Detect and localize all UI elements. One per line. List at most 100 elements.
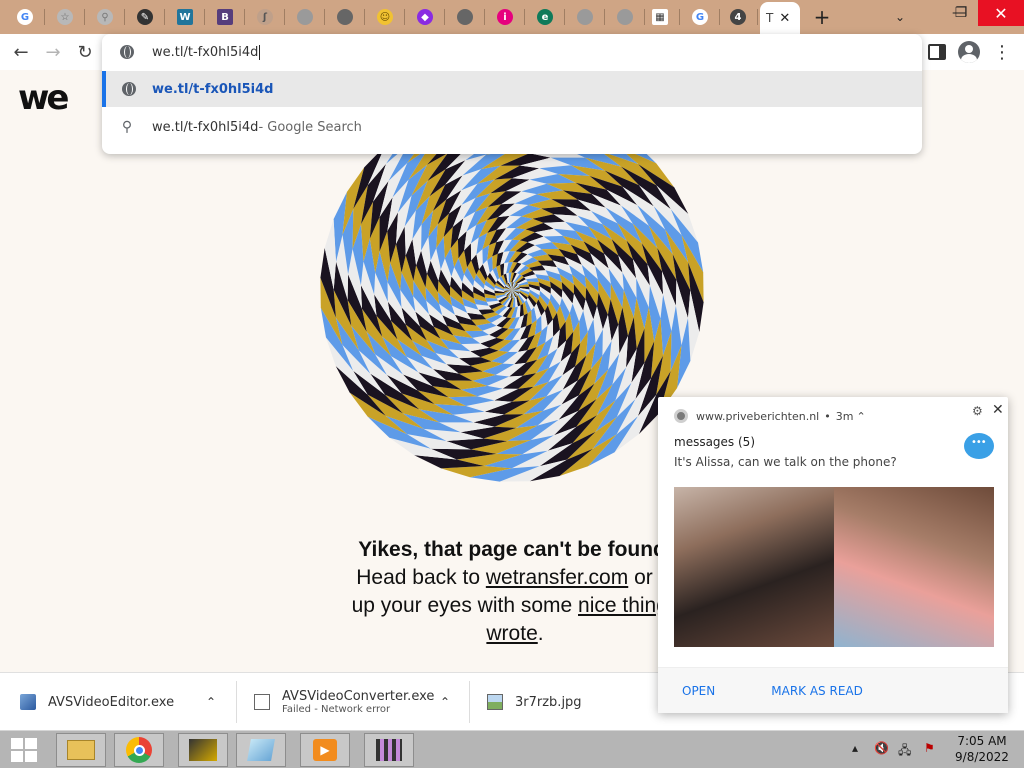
browser-tab[interactable]: ▦	[640, 0, 680, 34]
globe-icon	[337, 9, 353, 25]
badge-4-icon: 4	[730, 9, 746, 25]
wetransfer-link[interactable]: wetransfer.com	[486, 566, 628, 589]
browser-tab[interactable]: B	[205, 0, 245, 34]
address-bar[interactable]: we.tl/t-fx0hl5i4d	[102, 34, 922, 70]
info-icon: i	[497, 9, 513, 25]
browser-tab[interactable]: W	[165, 0, 205, 34]
taskbar: ▶ ▴ 🔇 🖧 ⚑ 7:05 AM 9/8/2022	[0, 730, 1024, 768]
browser-tab[interactable]	[285, 0, 325, 34]
omnibox-dropdown: we.tl/t-fx0hl5i4d we.tl/t-fx0hl5i4d ⚲ we…	[102, 34, 922, 154]
file-explorer-icon[interactable]	[56, 733, 106, 767]
chevron-up-icon[interactable]: ⌃	[856, 410, 865, 423]
chevron-up-icon[interactable]: ⌃	[206, 695, 216, 709]
browser-tab[interactable]	[325, 0, 365, 34]
back-button[interactable]: ←	[6, 37, 36, 67]
divider	[469, 681, 470, 723]
download-item[interactable]: AVSVideoEditor.exe ⌃	[20, 673, 235, 731]
exe-file-icon	[254, 694, 270, 710]
open-button[interactable]: OPEN	[682, 684, 715, 698]
chevron-down-icon[interactable]: ⌄	[888, 6, 912, 28]
browser-tab[interactable]: i	[485, 0, 525, 34]
browser-tab[interactable]: G	[5, 0, 45, 34]
notification-body: It's Alissa, can we talk on the phone?	[674, 455, 897, 469]
omnibox-suggestion[interactable]: ⚲ we.tl/t-fx0hl5i4d - Google Search	[102, 108, 922, 146]
browser-tab[interactable]: ◆	[405, 0, 445, 34]
close-icon[interactable]: ✕	[992, 402, 1004, 418]
bootstrap-icon: B	[217, 9, 233, 25]
omnibox-suggestion[interactable]: we.tl/t-fx0hl5i4d	[102, 71, 922, 107]
browser-tab[interactable]	[605, 0, 645, 34]
clock-date: 9/8/2022	[955, 750, 1009, 764]
browser-tab[interactable]	[565, 0, 605, 34]
browser-tab[interactable]: ☺	[365, 0, 405, 34]
volume-muted-icon[interactable]: 🔇	[874, 741, 889, 755]
download-filename: AVSVideoConverter.exe	[282, 689, 435, 704]
divider	[236, 681, 237, 723]
window-close-button[interactable]: ✕	[978, 0, 1024, 26]
menu-icon[interactable]: ⋮	[992, 42, 1012, 63]
hook-icon: ʃ	[257, 9, 273, 25]
chrome-icon	[674, 409, 688, 423]
video-editor-icon[interactable]	[364, 733, 414, 767]
message-text: up your eyes with some	[351, 594, 579, 617]
emoji-icon: ☺	[377, 9, 393, 25]
forward-button[interactable]: →	[38, 37, 68, 67]
media-player-icon[interactable]: ▶	[300, 733, 350, 767]
grey-site-icon	[577, 9, 593, 25]
action-center-icon[interactable]: ⚑	[924, 741, 935, 755]
wordpress-icon: W	[177, 9, 193, 25]
photo-left	[674, 487, 834, 647]
close-tab-icon[interactable]: ✕	[779, 11, 790, 26]
browser-tab[interactable]: e	[525, 0, 565, 34]
text-caret	[259, 44, 261, 60]
browser-tab[interactable]: ✎	[125, 0, 165, 34]
chat-bubble-icon	[964, 433, 994, 459]
feather-icon: ✎	[137, 9, 153, 25]
restore-button[interactable]: ❐	[942, 0, 980, 26]
table-icon: ▦	[652, 9, 668, 25]
suggestion-url: we.tl/t-fx0hl5i4d	[152, 81, 274, 97]
download-filename: 3r7rzb.jpg	[515, 694, 582, 710]
clock-time: 7:05 AM	[957, 734, 1007, 748]
spiral-illustration	[320, 98, 704, 482]
teal-circle-icon: e	[537, 9, 553, 25]
push-notification[interactable]: www.priveberichten.nl • 3m ⌃ ⚙ ✕ message…	[658, 397, 1008, 713]
star-icon: ☆	[57, 9, 73, 25]
notepad-icon[interactable]	[236, 733, 286, 767]
browser-tab[interactable]: ⚲	[85, 0, 125, 34]
active-tab-title: T	[766, 11, 774, 25]
chevron-up-icon[interactable]: ▴	[852, 741, 858, 755]
browser-tab[interactable]: 4	[718, 0, 758, 34]
installer-icon	[20, 694, 36, 710]
system-clock[interactable]: 7:05 AM 9/8/2022	[952, 733, 1012, 765]
source-domain: www.priveberichten.nl	[696, 409, 820, 423]
profile-icon[interactable]	[958, 41, 980, 63]
download-item[interactable]: 3r7rzb.jpg	[487, 673, 657, 731]
browser-tab[interactable]: ʃ	[245, 0, 285, 34]
network-icon[interactable]: 🖧	[898, 741, 911, 762]
notification-images	[674, 487, 994, 647]
reload-button[interactable]: ↻	[70, 37, 100, 67]
start-button[interactable]	[0, 731, 48, 768]
mark-as-read-button[interactable]: MARK AS READ	[771, 684, 863, 698]
gear-icon[interactable]: ⚙	[972, 404, 983, 418]
browser-tab[interactable]	[445, 0, 485, 34]
google-icon: G	[17, 9, 33, 25]
diamond-icon: ◆	[417, 9, 433, 25]
download-item[interactable]: AVSVideoConverter.exe Failed - Network e…	[254, 673, 469, 731]
avs-editor-icon[interactable]	[178, 733, 228, 767]
download-status: Failed - Network error	[282, 704, 391, 715]
browser-tab[interactable]: ☆	[45, 0, 85, 34]
new-tab-button[interactable]: +	[810, 4, 834, 30]
wetransfer-logo[interactable]: we	[18, 78, 70, 118]
photo-right	[834, 487, 994, 647]
active-tab[interactable]: T ✕	[760, 2, 800, 34]
chrome-icon[interactable]	[114, 733, 164, 767]
chevron-up-icon[interactable]: ⌃	[440, 695, 450, 709]
search-icon: ⚲	[121, 119, 133, 135]
wrote-link[interactable]: wrote	[486, 622, 537, 645]
address-input[interactable]: we.tl/t-fx0hl5i4d	[152, 45, 258, 60]
side-panel-icon[interactable]	[928, 44, 946, 60]
browser-tab[interactable]: G	[680, 0, 720, 34]
notification-title: messages (5)	[674, 435, 755, 449]
